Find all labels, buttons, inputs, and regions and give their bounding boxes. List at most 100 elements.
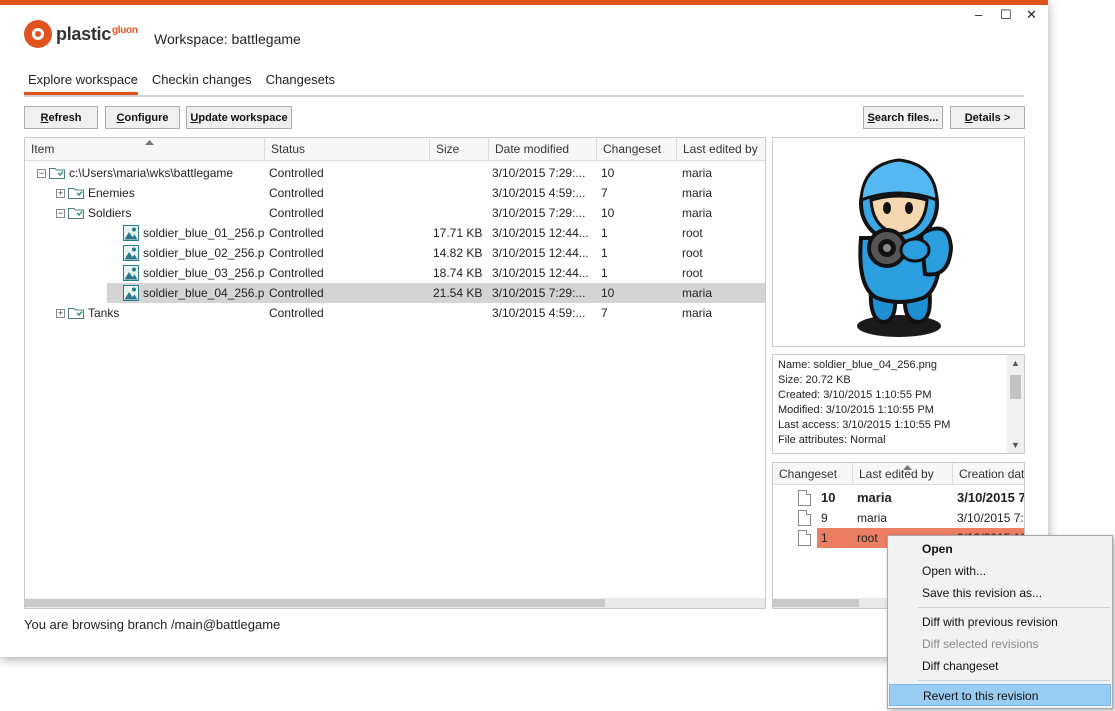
menu-item-diff-changeset[interactable]: Diff changeset — [889, 655, 1111, 677]
grid-header: Item Status Size Date modified Changeset… — [25, 138, 765, 161]
details-button[interactable]: Details > — [950, 106, 1025, 129]
cell-last-edited-by: root — [682, 226, 703, 240]
expand-icon[interactable]: + — [56, 309, 65, 318]
history-row[interactable]: 9 maria 3/10/2015 7:29 — [773, 508, 1024, 528]
close-button[interactable]: ✕ — [1026, 7, 1037, 23]
cell-date-modified: 3/10/2015 7:29:... — [492, 206, 586, 220]
cell-changeset: 10 — [601, 166, 615, 180]
plastic-logo-icon — [24, 20, 52, 48]
menu-item-revert-to-revision[interactable]: Revert to this revision — [889, 684, 1111, 706]
cell-date-modified: 3/10/2015 4:59:... — [492, 186, 586, 200]
history-changeset: 1 — [821, 531, 828, 545]
table-row[interactable]: + Tanks Controlled 3/10/2015 4:59:... 7 maria — [25, 303, 765, 323]
tab-divider — [24, 95, 1024, 97]
cell-item: Tanks — [88, 306, 120, 320]
collapse-icon[interactable]: − — [56, 209, 65, 218]
table-row[interactable]: soldier_blue_03_256.png Controlled 18.74 K… — [25, 263, 765, 283]
cell-changeset: 1 — [601, 226, 608, 240]
workspace-title: Workspace: battlegame — [154, 31, 301, 47]
cell-last-edited-by: maria — [682, 286, 713, 300]
main-tabs: Explore workspace Checkin changes Change… — [24, 72, 335, 95]
cell-item: soldier_blue_02_256.png — [143, 246, 265, 260]
menu-separator — [918, 607, 1110, 608]
menu-item-open[interactable]: Open — [889, 538, 1111, 560]
cell-changeset: 7 — [601, 306, 608, 320]
menu-item-save-revision-as[interactable]: Save this revision as... — [889, 582, 1111, 604]
history-editor: maria — [857, 511, 888, 525]
cell-size: 21.54 KB — [433, 286, 483, 300]
table-row[interactable]: soldier_blue_01_256.png Controlled 17.71 K… — [25, 223, 765, 243]
scroll-down-icon[interactable]: ▼ — [1007, 437, 1024, 453]
history-changeset: 9 — [821, 511, 828, 525]
info-name: Name: soldier_blue_04_256.png — [778, 359, 938, 371]
cell-date-modified: 3/10/2015 12:44... — [492, 246, 589, 260]
column-header-date-modified[interactable]: Date modified — [489, 138, 597, 161]
file-info-panel: Name: soldier_blue_04_256.png Size: 20.7… — [772, 354, 1025, 454]
history-scroll-thumb[interactable] — [773, 599, 859, 607]
cell-status: Controlled — [269, 266, 324, 280]
info-vertical-scrollbar[interactable]: ▲ ▼ — [1007, 355, 1024, 453]
cell-item: soldier_blue_03_256.png — [143, 266, 265, 280]
collapse-icon[interactable]: − — [37, 169, 46, 178]
soldier-preview-image — [857, 158, 954, 337]
history-date: 3/10/2015 7:29 — [957, 511, 1024, 525]
table-row[interactable]: − Soldiers Controlled 3/10/2015 7:29:... 10 m… — [25, 203, 765, 223]
column-header-size[interactable]: Size — [430, 138, 489, 161]
cell-size: 14.82 KB — [433, 246, 483, 260]
table-row-selected[interactable]: soldier_blue_04_256.png Controlled 21.54 K… — [25, 283, 765, 303]
history-row[interactable]: 10 maria 3/10/2015 7:29 — [773, 488, 1025, 508]
image-file-icon — [123, 245, 139, 261]
configure-button[interactable]: Configure — [105, 106, 180, 129]
minimize-button[interactable]: – — [975, 7, 982, 22]
info-attributes: File attributes: Normal — [778, 434, 886, 446]
table-row[interactable]: soldier_blue_02_256.png Controlled 14.82 K… — [25, 243, 765, 263]
info-created: Created: 3/10/2015 1:10:55 PM — [778, 389, 932, 401]
cell-item: Soldiers — [88, 206, 132, 220]
menu-item-open-with[interactable]: Open with... — [889, 560, 1111, 582]
folder-icon — [49, 168, 65, 179]
cell-changeset: 10 — [601, 286, 615, 300]
menu-item-diff-selected: Diff selected revisions — [922, 637, 1039, 651]
image-file-icon — [123, 265, 139, 281]
tab-explore-workspace[interactable]: Explore workspace — [24, 72, 138, 95]
file-icon — [798, 510, 811, 526]
search-files-button[interactable]: Search files... — [863, 106, 943, 129]
cell-date-modified: 3/10/2015 7:29:... — [492, 166, 586, 180]
workspace-items-grid[interactable]: Item Status Size Date modified Changeset… — [24, 137, 766, 609]
column-header-status[interactable]: Status — [265, 138, 430, 161]
update-workspace-button[interactable]: Update workspace — [186, 106, 292, 129]
cell-last-edited-by: maria — [682, 186, 713, 200]
cell-status: Controlled — [269, 286, 324, 300]
column-header-changeset[interactable]: Changeset — [597, 138, 677, 161]
grid-horizontal-scrollbar[interactable] — [25, 598, 765, 608]
cell-item: Enemies — [88, 186, 135, 200]
info-scroll-thumb[interactable] — [1010, 375, 1021, 399]
folder-icon — [68, 188, 84, 199]
expand-icon[interactable]: + — [56, 189, 65, 198]
table-row[interactable]: + Enemies Controlled 3/10/2015 4:59:... 7 mar… — [25, 183, 765, 203]
file-icon — [798, 490, 811, 506]
table-row[interactable]: − c:\Users\maria\wks\battlegame Controlled… — [25, 163, 765, 183]
cell-changeset: 1 — [601, 266, 608, 280]
cell-size: 17.71 KB — [433, 226, 483, 240]
cell-size — [433, 203, 489, 223]
cell-status: Controlled — [269, 246, 324, 260]
cell-date-modified: 3/10/2015 7:29:... — [492, 286, 586, 300]
grid-scroll-thumb[interactable] — [25, 599, 605, 607]
cell-date-modified: 3/10/2015 12:44... — [492, 226, 589, 240]
history-header-changeset[interactable]: Changeset — [773, 463, 853, 485]
history-date: 3/10/2015 7:29 — [957, 490, 1025, 505]
refresh-button[interactable]: Refresh — [24, 106, 98, 129]
scroll-up-icon[interactable]: ▲ — [1007, 355, 1024, 371]
tab-changesets[interactable]: Changesets — [262, 72, 335, 95]
maximize-button[interactable]: ☐ — [1000, 7, 1012, 23]
tab-checkin-changes[interactable]: Checkin changes — [148, 72, 252, 95]
column-header-last-edited-by[interactable]: Last edited by — [677, 138, 765, 161]
file-icon — [798, 530, 811, 546]
menu-item-diff-previous[interactable]: Diff with previous revision — [889, 611, 1111, 633]
cell-changeset: 7 — [601, 186, 608, 200]
cell-last-edited-by: maria — [682, 166, 713, 180]
history-header-creation-date[interactable]: Creation date — [953, 463, 1024, 485]
window-accent-bar — [0, 0, 1048, 5]
revision-context-menu: Open Open with... Save this revision as.… — [887, 535, 1113, 709]
